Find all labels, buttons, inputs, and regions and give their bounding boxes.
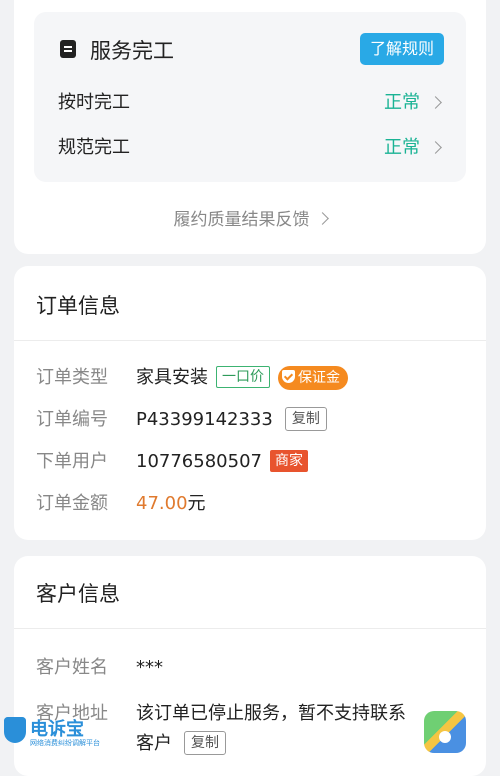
status-value: 正常 bbox=[384, 137, 420, 158]
feedback-label: 履约质量结果反馈 bbox=[173, 210, 310, 230]
standard-completion-row[interactable]: 规范完工 正常 bbox=[58, 133, 444, 163]
map-pin-icon bbox=[439, 731, 451, 743]
service-completion-box: 服务完工 了解规则 按时完工 正常 规范完工 正常 bbox=[34, 12, 466, 182]
currency-unit: 元 bbox=[187, 493, 206, 514]
quality-feedback-link[interactable]: 履约质量结果反馈 bbox=[14, 205, 486, 230]
deposit-label: 保证金 bbox=[298, 370, 340, 386]
watermark-logo: 电诉宝 网络消费纠纷调解平台 bbox=[0, 715, 110, 749]
fixed-price-tag: 一口价 bbox=[216, 366, 270, 388]
chevron-right-icon bbox=[315, 212, 329, 225]
deposit-badge: 保证金 bbox=[278, 366, 348, 390]
copy-address-button[interactable]: 复制 bbox=[184, 731, 226, 755]
order-number-label: 订单编号 bbox=[36, 409, 108, 430]
customer-name-value: *** bbox=[136, 657, 163, 678]
order-amount-label: 订单金额 bbox=[36, 493, 108, 514]
order-type-label: 订单类型 bbox=[36, 367, 108, 388]
service-title: 服务完工 bbox=[90, 39, 174, 63]
document-icon bbox=[60, 40, 76, 58]
order-info-card: 订单信息 订单类型 家具安装 一口价 保证金 订单编号 P43399142333 复制… bbox=[14, 266, 486, 540]
order-type-value: 家具安装 bbox=[136, 367, 208, 388]
watermark-subtitle: 网络消费纠纷调解平台 bbox=[30, 739, 100, 747]
service-card: 服务完工 了解规则 按时完工 正常 规范完工 正常 履约质量结果反馈 bbox=[14, 0, 486, 254]
order-user-row: 下单用户 10776580507 商家 bbox=[36, 447, 466, 477]
customer-name-label: 客户姓名 bbox=[36, 657, 108, 678]
copy-order-number-button[interactable]: 复制 bbox=[284, 407, 327, 431]
order-type-row: 订单类型 家具安装 一口价 保证金 bbox=[36, 363, 466, 393]
status-label: 按时完工 bbox=[58, 92, 130, 113]
order-number-value: P43399142333 bbox=[136, 409, 273, 430]
order-user-label: 下单用户 bbox=[36, 451, 108, 472]
shield-logo-icon bbox=[4, 717, 26, 743]
order-amount-value: 47.00 bbox=[136, 493, 188, 514]
status-label: 规范完工 bbox=[58, 137, 130, 158]
customer-section-title: 客户信息 bbox=[36, 582, 120, 606]
map-navigation-icon[interactable] bbox=[424, 711, 466, 753]
chevron-right-icon bbox=[429, 96, 442, 109]
ontime-completion-row[interactable]: 按时完工 正常 bbox=[58, 88, 444, 118]
chevron-right-icon bbox=[429, 141, 442, 154]
merchant-tag: 商家 bbox=[269, 450, 308, 472]
order-amount-row: 订单金额 47.00元 bbox=[36, 489, 466, 519]
divider bbox=[14, 628, 486, 629]
order-section-title: 订单信息 bbox=[36, 294, 120, 318]
learn-rules-button[interactable]: 了解规则 bbox=[359, 33, 444, 65]
customer-name-row: 客户姓名 *** bbox=[36, 653, 466, 683]
order-user-value: 10776580507 bbox=[136, 451, 262, 472]
shield-check-icon bbox=[282, 370, 295, 383]
order-number-row: 订单编号 P43399142333 复制 bbox=[36, 405, 466, 435]
status-value: 正常 bbox=[384, 92, 420, 113]
customer-address-value: 该订单已停止服务，暂不支持联系客户 bbox=[136, 703, 406, 754]
divider bbox=[14, 340, 486, 341]
